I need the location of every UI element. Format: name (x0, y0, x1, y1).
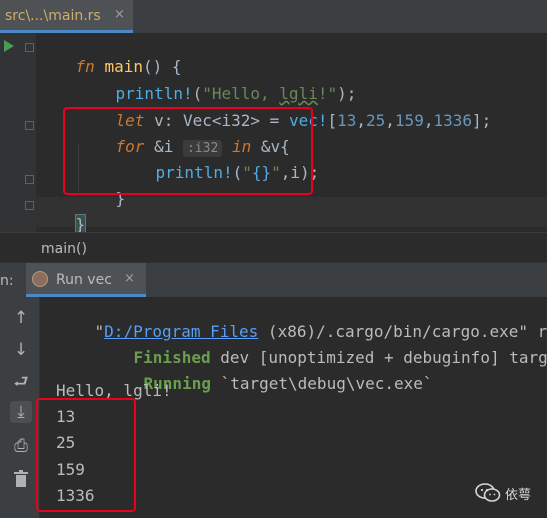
highlight-box-for-loop (63, 107, 313, 195)
number-literal: 13 (337, 111, 357, 130)
breadcrumb[interactable]: main() (41, 241, 87, 257)
run-gutter-icon[interactable] (4, 40, 14, 52)
rust-icon (32, 271, 48, 287)
scroll-to-end-icon[interactable]: ⤓ (10, 401, 32, 423)
run-header-label: n: (0, 273, 14, 289)
watermark-text: 依萼 (505, 488, 532, 503)
code-text: , (356, 111, 367, 130)
fold-marker-icon[interactable] (25, 121, 34, 130)
editor-tab-bar: src\...\main.rs × (0, 0, 547, 33)
wechat-icon (475, 483, 501, 502)
run-side-toolbar: ↑ ↓ ⮐ ⤓ ⎙ (0, 297, 40, 518)
code-text: , (385, 111, 395, 130)
file-tab-main-rs[interactable]: src\...\main.rs × (0, 0, 133, 33)
file-tab-label: src\...\main.rs (5, 8, 101, 24)
breadcrumb-bar: main() (0, 232, 547, 262)
console-text: `target\debug\vec.exe` (210, 374, 433, 393)
highlight-box-output (36, 398, 136, 512)
run-tool-window-header: n: Run vec × (0, 262, 547, 297)
close-icon[interactable]: × (114, 7, 125, 22)
number-literal: 159 (394, 111, 424, 130)
run-tab[interactable]: Run vec × (26, 263, 146, 297)
soft-wrap-icon[interactable]: ⮐ (10, 371, 32, 393)
fold-marker-icon[interactable] (25, 175, 34, 184)
arrow-up-icon[interactable]: ↑ (10, 307, 32, 329)
editor-gutter (0, 33, 36, 232)
fold-marker-icon[interactable] (25, 43, 34, 52)
number-literal: 25 (366, 111, 386, 130)
arrow-down-icon[interactable]: ↓ (10, 339, 32, 361)
number-literal: 1336 (433, 111, 472, 130)
code-text: [ (327, 111, 338, 130)
run-tab-label: Run vec (56, 272, 112, 288)
code-editor[interactable]: fn main() { println!("Hello, lgli!"); le… (0, 33, 547, 235)
close-icon[interactable]: × (124, 271, 135, 286)
print-icon[interactable]: ⎙ (10, 435, 32, 457)
trash-icon[interactable] (10, 467, 32, 489)
fold-marker-icon[interactable] (25, 201, 34, 210)
code-text: ]; (472, 111, 492, 130)
